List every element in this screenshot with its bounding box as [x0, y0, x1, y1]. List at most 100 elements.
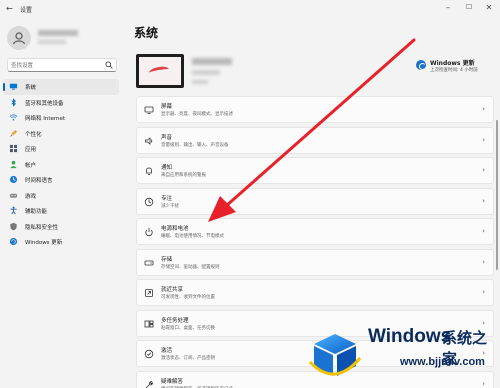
monitor-icon — [9, 83, 18, 90]
sidebar-item[interactable]: 个性化 — [3, 126, 119, 142]
nav-list: 系统蓝牙和其他设备 网络和 Internet 个性化应用帐户时间和语言游戏辅助功能隐… — [3, 79, 119, 250]
multitask-icon — [144, 320, 154, 327]
chevron-right-icon: › — [482, 288, 485, 296]
sidebar-item[interactable]: 时间和语言 — [3, 172, 119, 188]
sidebar-item-label: 系统 — [25, 85, 37, 91]
card-title: 存储 — [161, 256, 173, 263]
chevron-right-icon: › — [482, 135, 485, 144]
sidebar-item-label: 个性化 — [25, 131, 42, 138]
sidebar-item[interactable]: 隐私和安全性 — [3, 219, 119, 235]
card-title: 声音 — [161, 134, 173, 141]
card-title: 电源和电池 — [161, 226, 189, 232]
sidebar-item[interactable]: 系统 — [3, 79, 119, 95]
card-subtitle: 贴靠窗口、桌面、任务切换 — [161, 325, 215, 331]
update-icon — [9, 237, 18, 246]
wrench-icon — [145, 380, 154, 388]
watermark-url: www.bjjmlv.com — [400, 356, 485, 368]
sidebar-item[interactable]: 网络和 Internet — [3, 110, 119, 126]
settings-card[interactable]: 屏幕显示器、亮度、夜间模式、显示描述 › — [136, 96, 494, 123]
page-title: 系统 — [134, 26, 159, 40]
minimize-button[interactable]: – — [441, 3, 455, 12]
settings-card[interactable]: 声音 音量级别、输出、输入、声音设备 › — [136, 126, 494, 154]
account-email-redacted — [38, 40, 66, 44]
search-box[interactable] — [7, 58, 117, 72]
account-name-redacted — [38, 30, 78, 36]
settings-card[interactable]: 存储 存储空间、驱动器、配置规则 › — [136, 248, 494, 276]
globe-clock-icon — [9, 175, 18, 184]
back-arrow-icon[interactable]: ← — [6, 4, 13, 13]
windows-logo-icon — [308, 334, 362, 376]
update-subtitle: 上次检查时间: 4 小时前 — [430, 68, 478, 73]
card-subtitle: 激活状态、订阅、产品密钥 — [161, 356, 215, 361]
update-title: Windows 更新 — [430, 60, 475, 67]
card-subtitle: 来自应用和系统的警报 — [161, 173, 206, 178]
settings-card[interactable]: 就近共享 可发现性、收到文件的位置 › — [136, 279, 494, 306]
wifi-icon — [9, 114, 18, 121]
sidebar-item-label: 辅助功能 — [25, 209, 48, 215]
sidebar-item-label: 帐户 — [25, 162, 37, 169]
chevron-right-icon: › — [482, 105, 485, 113]
avatar[interactable] — [7, 26, 31, 50]
bell-icon — [146, 167, 152, 175]
person-icon — [10, 160, 17, 168]
sidebar-item-label: 游戏 — [25, 193, 37, 200]
power-icon — [145, 228, 153, 237]
display-icon — [144, 106, 154, 114]
sidebar-item-label: 网络和 Internet — [25, 116, 66, 122]
sidebar-item-label: 隐私和安全性 — [25, 224, 59, 231]
chevron-right-icon: › — [482, 227, 485, 235]
sidebar-item[interactable]: 游戏 — [3, 188, 119, 204]
accessibility-icon — [10, 206, 17, 215]
card-title: 就近共享 — [161, 287, 184, 293]
title-bar: ← 设置 – ☐ ✕ — [0, 0, 500, 18]
shield-icon — [10, 222, 17, 230]
device-name-redacted — [192, 58, 232, 65]
card-subtitle: 显示器、亮度、夜间模式、显示描述 — [161, 112, 233, 117]
brush-icon — [9, 129, 18, 137]
check-circle-icon — [144, 349, 154, 359]
card-title: 屏幕 — [161, 104, 173, 110]
card-title: 疑难解答 — [161, 378, 184, 385]
focus-icon — [144, 197, 154, 206]
chevron-right-icon: › — [482, 196, 485, 205]
sidebar-item-label: 应用 — [25, 147, 37, 153]
bluetooth-icon — [11, 97, 16, 107]
update-icon — [416, 60, 426, 70]
card-title: 多任务处理 — [161, 317, 189, 324]
sidebar-item-label: Windows 更新 — [25, 240, 63, 246]
card-subtitle: 睡眠、电池使用情况、节电模式 — [161, 234, 224, 239]
search-input[interactable] — [11, 61, 101, 70]
settings-card[interactable]: 通知来自应用和系统的警报 › — [136, 157, 494, 184]
maximize-button[interactable]: ☐ — [462, 3, 476, 11]
card-title: 专注 — [161, 195, 173, 202]
close-button[interactable]: ✕ — [482, 3, 496, 12]
settings-card[interactable]: 专注 减少干扰 › — [136, 187, 494, 215]
card-title: 激活 — [161, 348, 173, 354]
sidebar-item[interactable]: 应用 — [3, 141, 119, 157]
watermark-brand: Windows — [368, 326, 452, 347]
sidebar-item[interactable]: 蓝牙和其他设备 — [3, 95, 119, 111]
sidebar-item-label: 蓝牙和其他设备 — [25, 100, 64, 107]
device-rename-redacted — [192, 80, 208, 84]
window-title: 设置 — [20, 7, 33, 14]
search-icon[interactable] — [105, 61, 113, 69]
user-icon — [12, 32, 26, 45]
settings-card[interactable]: 电源和电池睡眠、电池使用情况、节电模式 › — [136, 218, 494, 245]
storage-icon — [144, 260, 154, 265]
card-title: 通知 — [161, 165, 173, 171]
card-subtitle: 减少干扰 — [161, 203, 179, 209]
chevron-right-icon: › — [482, 166, 485, 174]
sidebar-item[interactable]: 辅助功能 — [3, 203, 119, 219]
card-subtitle: 存储空间、驱动器、配置规则 — [161, 264, 220, 270]
scrollbar[interactable] — [496, 120, 498, 270]
sidebar-item[interactable]: 帐户 — [3, 157, 119, 173]
device-model-redacted — [192, 70, 220, 75]
apps-icon — [9, 144, 18, 153]
chevron-right-icon: › — [482, 257, 485, 266]
sidebar-item[interactable]: Windows 更新 — [3, 234, 119, 250]
gamepad-icon — [9, 193, 18, 198]
speaker-icon — [145, 136, 153, 145]
windows-update-status[interactable]: Windows 更新 上次检查时间: 4 小时前 — [416, 56, 500, 80]
watermark: Windows 系统之家 www.bjjmlv.com — [304, 318, 500, 388]
card-subtitle: 音量级别、输出、输入、声音设备 — [161, 142, 229, 148]
